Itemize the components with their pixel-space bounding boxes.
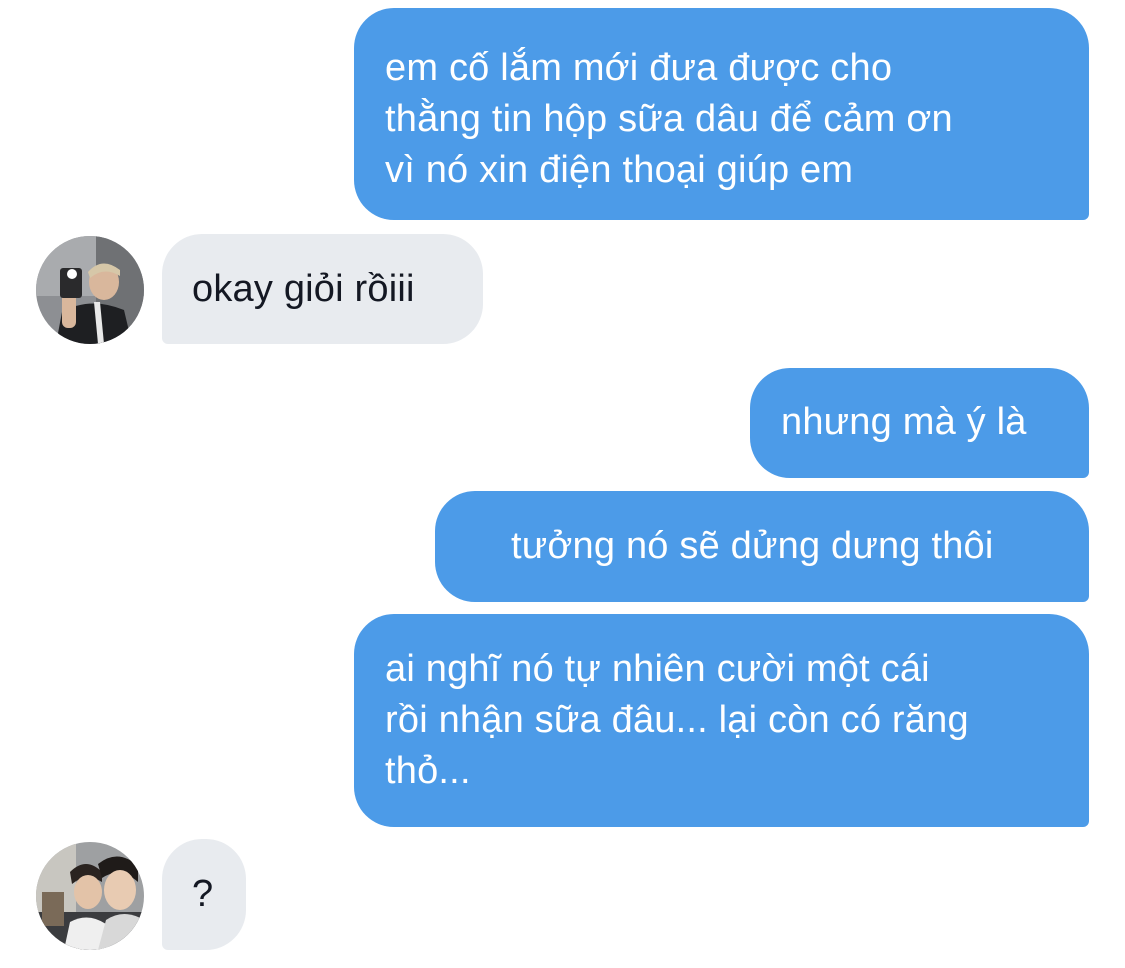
outgoing-message-bubble[interactable]: em cố lắm mới đưa được cho thằng tin hộp… (354, 8, 1089, 220)
selfie-avatar-icon[interactable] (36, 236, 144, 344)
incoming-message-bubble[interactable]: okay giỏi rồiii (162, 234, 483, 344)
two-people-avatar-icon[interactable] (36, 842, 144, 950)
outgoing-message-bubble[interactable]: tưởng nó sẽ dửng dưng thôi (435, 491, 1089, 602)
outgoing-message-bubble[interactable]: ai nghĩ nó tự nhiên cười một cái rồi nhậ… (354, 614, 1089, 827)
incoming-message-bubble[interactable]: ? (162, 839, 246, 950)
outgoing-message-bubble[interactable]: nhưng mà ý là (750, 368, 1089, 478)
